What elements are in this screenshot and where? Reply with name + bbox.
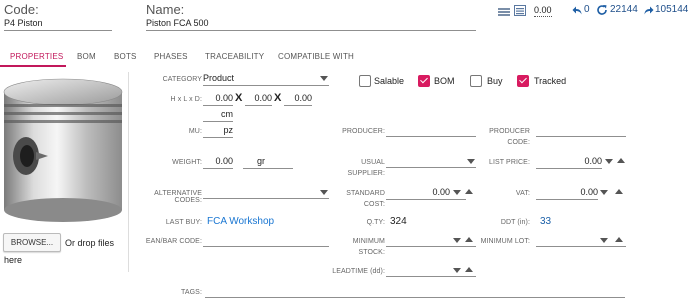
dimension-separator: X xyxy=(274,92,282,104)
producer-field[interactable] xyxy=(386,125,476,137)
list-price-up-icon[interactable] xyxy=(617,158,625,163)
redo-icon[interactable] xyxy=(643,3,654,21)
tab-properties[interactable]: PROPERTIES xyxy=(10,52,63,61)
refresh-count: 22144 xyxy=(610,4,638,15)
minimum-lot-label: MINIMUM LOT: xyxy=(480,238,530,245)
dimension-unit[interactable]: cm xyxy=(203,109,233,122)
buy-checkbox[interactable] xyxy=(470,75,482,87)
qty-label: Q.TY: xyxy=(366,219,385,226)
ean-barcode-label: EAN/BAR CODE: xyxy=(145,238,202,245)
salable-checkbox[interactable] xyxy=(359,75,371,87)
ddt-label: DDT (in): xyxy=(500,219,530,226)
minimum-stock-label: MINIMUM xyxy=(352,238,385,245)
tracked-checkbox[interactable] xyxy=(517,75,529,87)
producer-code-label-2: CODE: xyxy=(507,139,530,146)
undo-icon[interactable] xyxy=(572,3,583,21)
dimension-l-field[interactable]: 0.00 xyxy=(245,93,272,106)
buy-label: Buy xyxy=(487,76,503,86)
grid-view-icon[interactable] xyxy=(498,4,510,22)
standard-cost-label-2: COST: xyxy=(363,201,385,208)
weight-label: WEIGHT: xyxy=(172,159,202,166)
alternative-codes-label: ALTERNATIVE CODES: xyxy=(154,190,202,204)
producer-label: PRODUCER: xyxy=(342,128,385,135)
vat-up-icon[interactable] xyxy=(615,189,623,194)
minimum-lot-field[interactable] xyxy=(536,235,626,247)
tab-traceability[interactable]: TRACEABILITY xyxy=(205,52,264,61)
list-price-label: LIST PRICE: xyxy=(488,159,530,166)
product-image xyxy=(0,74,126,227)
ddt-value[interactable]: 33 xyxy=(540,216,551,227)
dimension-d-field[interactable]: 0.00 xyxy=(284,93,312,106)
name-field[interactable]: Piston FCA 500 xyxy=(146,18,476,31)
minimum-stock-down-icon[interactable] xyxy=(453,238,461,243)
weight-field[interactable]: 0.00 xyxy=(203,156,233,169)
tags-label: TAGS: xyxy=(181,289,202,296)
ean-barcode-field[interactable] xyxy=(203,235,329,247)
weight-unit[interactable]: gr xyxy=(243,156,293,169)
active-tab-indicator xyxy=(0,65,66,67)
minimum-lot-down-icon[interactable] xyxy=(600,238,608,243)
code-field[interactable]: P4 Piston xyxy=(4,18,112,31)
vat-down-icon[interactable] xyxy=(600,190,608,195)
last-buy-link[interactable]: FCA Workshop xyxy=(207,216,274,227)
dimension-separator: X xyxy=(235,92,243,104)
producer-code-field[interactable] xyxy=(536,125,626,137)
usual-supplier-label: USUAL xyxy=(361,159,385,166)
mu-label: MU: xyxy=(188,128,202,135)
standard-cost-label: STANDARD xyxy=(346,190,385,197)
usual-supplier-dropdown-icon[interactable] xyxy=(467,159,475,164)
minimum-lot-up-icon[interactable] xyxy=(615,237,623,242)
name-label: Name: xyxy=(146,2,185,17)
list-price-field[interactable]: 0.00 xyxy=(536,156,602,169)
mu-field[interactable]: pz xyxy=(203,125,233,138)
bank-icon[interactable] xyxy=(514,3,526,21)
tab-bom[interactable]: BOM xyxy=(77,52,96,61)
bom-checkbox[interactable] xyxy=(418,75,430,87)
browse-button[interactable]: BROWSE... xyxy=(3,233,61,252)
leadtime-field[interactable] xyxy=(386,265,476,277)
usual-supplier-select[interactable] xyxy=(386,156,476,168)
redo-count: 105144 xyxy=(655,4,688,15)
usual-supplier-label-2: SUPPLIER: xyxy=(347,170,385,177)
vat-select[interactable]: 0.00 xyxy=(536,187,598,200)
price-display: 0.00 xyxy=(534,5,552,17)
code-label: Code: xyxy=(4,2,39,17)
alternative-codes-dropdown-icon[interactable] xyxy=(320,190,328,195)
vat-label: VAT: xyxy=(515,190,530,197)
tags-field[interactable] xyxy=(205,286,625,298)
drop-files-text: Or drop files xyxy=(65,238,115,248)
standard-cost-up-icon[interactable] xyxy=(465,189,473,194)
list-price-down-icon[interactable] xyxy=(605,159,613,164)
hxlxd-label: H x L x D: xyxy=(170,96,202,103)
leadtime-label: LEADTIME (dd): xyxy=(332,268,385,275)
bom-checkbox-label: BOM xyxy=(434,76,455,86)
dimension-h-field[interactable]: 0.00 xyxy=(203,93,233,106)
tab-phases[interactable]: PHASES xyxy=(154,52,188,61)
leadtime-up-icon[interactable] xyxy=(465,267,473,272)
producer-code-label: PRODUCER xyxy=(489,128,530,135)
last-buy-label: LAST BUY: xyxy=(165,219,202,226)
category-dropdown-icon[interactable] xyxy=(320,76,328,81)
category-label: CATEGORY xyxy=(162,76,202,83)
category-select[interactable]: Product xyxy=(203,73,329,86)
refresh-icon[interactable] xyxy=(596,3,608,21)
minimum-stock-label-2: STOCK: xyxy=(358,249,385,256)
undo-count: 0 xyxy=(584,4,590,15)
tracked-label: Tracked xyxy=(534,76,567,86)
tab-compatible-with[interactable]: COMPATIBLE WITH xyxy=(278,52,354,61)
standard-cost-down-icon[interactable] xyxy=(453,190,461,195)
leadtime-down-icon[interactable] xyxy=(453,268,461,273)
drop-files-text-2: here xyxy=(4,255,23,265)
qty-value: 324 xyxy=(390,216,407,227)
tab-bots[interactable]: BOTS xyxy=(114,52,137,61)
minimum-stock-field[interactable] xyxy=(386,235,476,247)
alternative-codes-select[interactable] xyxy=(203,187,329,199)
salable-label: Salable xyxy=(374,76,405,86)
